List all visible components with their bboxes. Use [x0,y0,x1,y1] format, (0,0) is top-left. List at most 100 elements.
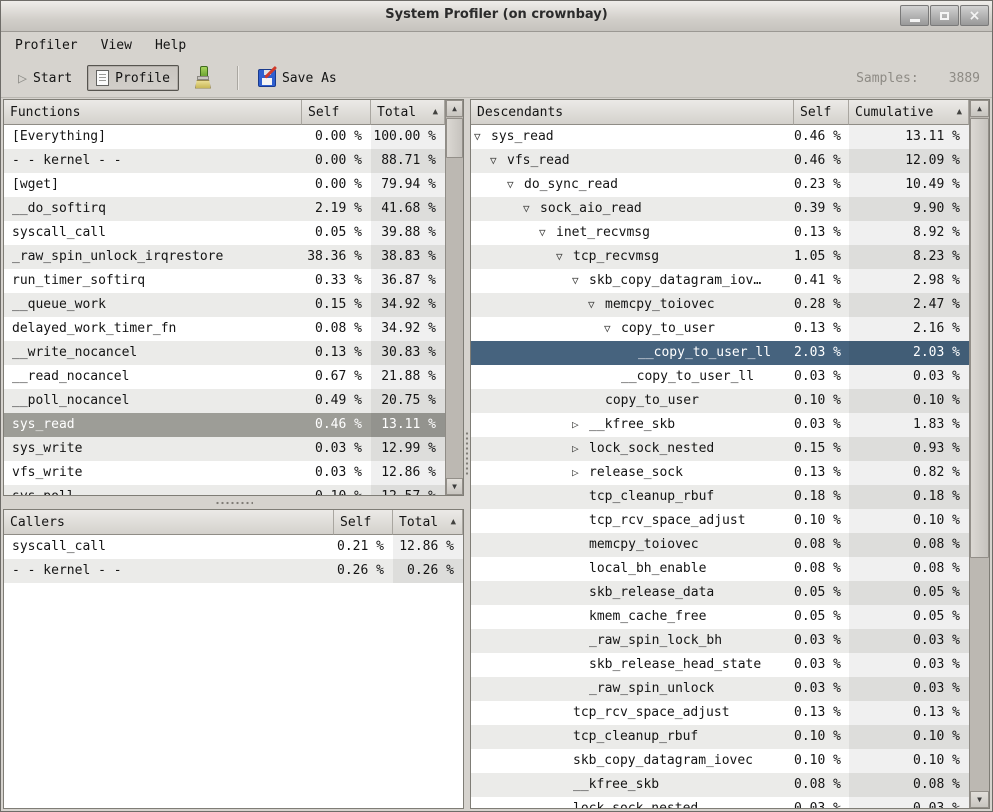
close-button[interactable]: × [960,5,989,26]
table-row[interactable]: delayed_work_timer_fn0.08 %34.92 % [4,317,445,341]
table-row[interactable]: sys_write0.03 %12.99 % [4,437,445,461]
table-row[interactable]: vfs_write0.03 %12.86 % [4,461,445,485]
scroll-up-icon[interactable]: ▲ [970,100,989,117]
descendants-self-column-header[interactable]: Self [794,100,849,125]
horizontal-splitter[interactable] [3,496,464,509]
tree-row[interactable]: ▷__kfree_skb0.03 %1.83 % [471,413,969,437]
save-as-button[interactable]: Save As [249,64,346,92]
expander-open-icon[interactable]: ▽ [572,269,589,293]
tree-row[interactable]: ▽copy_to_user0.13 %2.16 % [471,317,969,341]
tree-row[interactable]: memcpy_toiovec0.08 %0.08 % [471,533,969,557]
cumulative-percent: 0.03 % [849,677,969,701]
table-row[interactable]: __write_nocancel0.13 %30.83 % [4,341,445,365]
function-name: copy_to_user [471,389,794,413]
expander-open-icon[interactable]: ▽ [556,245,573,269]
tree-row[interactable]: ▽sock_aio_read0.39 %9.90 % [471,197,969,221]
functions-column-header[interactable]: Functions [4,100,302,125]
functions-self-column-header[interactable]: Self [302,100,371,125]
descendants-cumulative-column-header[interactable]: Cumulative▲ [849,100,969,125]
expander-open-icon[interactable]: ▽ [474,125,491,149]
tree-row[interactable]: __kfree_skb0.08 %0.08 % [471,773,969,797]
tree-row[interactable]: _raw_spin_unlock0.03 %0.03 % [471,677,969,701]
maximize-button[interactable] [930,5,959,26]
table-row[interactable]: __do_softirq2.19 %41.68 % [4,197,445,221]
tree-row[interactable]: skb_release_data0.05 %0.05 % [471,581,969,605]
function-name-label: kmem_cache_free [589,609,706,624]
tree-row[interactable]: ▽skb_copy_datagram_iov…0.41 %2.98 % [471,269,969,293]
function-name: skb_copy_datagram_iovec [471,749,794,773]
expander-open-icon[interactable]: ▽ [588,293,605,317]
titlebar[interactable]: System Profiler (on crownbay) × [1,1,992,32]
descendants-scrollbar[interactable]: ▲ ▼ [969,100,989,808]
table-row[interactable]: __read_nocancel0.67 %21.88 % [4,365,445,389]
scrollbar-thumb[interactable] [970,118,989,558]
table-row[interactable]: run_timer_softirq0.33 %36.87 % [4,269,445,293]
expander-open-icon[interactable]: ▽ [507,173,524,197]
callers-total-column-header[interactable]: Total▲ [393,510,463,535]
callers-self-column-header[interactable]: Self [334,510,393,535]
tree-row[interactable]: kmem_cache_free0.05 %0.05 % [471,605,969,629]
tree-row[interactable]: local_bh_enable0.08 %0.08 % [471,557,969,581]
expander-open-icon[interactable]: ▽ [604,317,621,341]
tree-row[interactable]: ▷release_sock0.13 %0.82 % [471,461,969,485]
scrollbar-thumb[interactable] [446,118,463,158]
table-row[interactable]: [wget]0.00 %79.94 % [4,173,445,197]
table-row[interactable]: - - kernel - -0.00 %88.71 % [4,149,445,173]
tree-row[interactable]: __copy_to_user_ll0.03 %0.03 % [471,365,969,389]
descendants-column-header[interactable]: Descendants [471,100,794,125]
scroll-down-icon[interactable]: ▼ [970,791,989,808]
tree-row[interactable]: lock_sock_nested0.03 %0.03 % [471,797,969,808]
start-button[interactable]: ▷ Start [9,66,81,91]
scroll-down-icon[interactable]: ▼ [446,478,463,495]
functions-total-column-header[interactable]: Total▲ [371,100,445,125]
function-name: syscall_call [4,535,334,559]
expander-collapsed-icon[interactable]: ▷ [572,461,589,485]
functions-scrollbar[interactable]: ▲ ▼ [445,100,463,495]
tree-row[interactable]: tcp_rcv_space_adjust0.10 %0.10 % [471,509,969,533]
tree-row[interactable]: tcp_rcv_space_adjust0.13 %0.13 % [471,701,969,725]
expander-open-icon[interactable]: ▽ [539,221,556,245]
profile-toggle-button[interactable]: Profile [87,65,179,91]
reset-button[interactable] [179,61,227,96]
expander-collapsed-icon[interactable]: ▷ [572,437,589,461]
function-name: __copy_to_user_ll [471,365,794,389]
table-row[interactable]: [Everything]0.00 %100.00 % [4,125,445,149]
menu-view[interactable]: View [99,36,134,55]
tree-row[interactable]: ▽tcp_recvmsg1.05 %8.23 % [471,245,969,269]
menu-profiler[interactable]: Profiler [13,36,80,55]
tree-row[interactable]: tcp_cleanup_rbuf0.10 %0.10 % [471,725,969,749]
tree-row[interactable]: skb_release_head_state0.03 %0.03 % [471,653,969,677]
tree-row[interactable]: ▽sys_read0.46 %13.11 % [471,125,969,149]
scroll-up-icon[interactable]: ▲ [446,100,463,117]
tree-row[interactable]: skb_copy_datagram_iovec0.10 %0.10 % [471,749,969,773]
tree-row[interactable]: ▽do_sync_read0.23 %10.49 % [471,173,969,197]
table-row[interactable]: syscall_call0.21 %12.86 % [4,535,463,559]
table-row[interactable]: - - kernel - -0.26 %0.26 % [4,559,463,583]
function-name: - - kernel - - [4,559,334,583]
total-percent: 21.88 % [371,365,445,389]
table-row[interactable]: _raw_spin_unlock_irqrestore38.36 %38.83 … [4,245,445,269]
expander-open-icon[interactable]: ▽ [523,197,540,221]
tree-row[interactable]: copy_to_user0.10 %0.10 % [471,389,969,413]
callers-column-header[interactable]: Callers [4,510,334,535]
tree-row[interactable]: tcp_cleanup_rbuf0.18 %0.18 % [471,485,969,509]
expander-open-icon[interactable]: ▽ [490,149,507,173]
tree-row[interactable]: ▽inet_recvmsg0.13 %8.92 % [471,221,969,245]
table-row[interactable]: sys_read0.46 %13.11 % [4,413,445,437]
expander-collapsed-icon[interactable]: ▷ [572,413,589,437]
function-name: ▽memcpy_toiovec [471,293,794,317]
tree-row[interactable]: __copy_to_user_ll2.03 %2.03 % [471,341,969,365]
self-percent: 0.08 % [302,317,371,341]
tree-row[interactable]: ▽memcpy_toiovec0.28 %2.47 % [471,293,969,317]
tree-row[interactable]: ▽vfs_read0.46 %12.09 % [471,149,969,173]
function-name-label: tcp_rcv_space_adjust [573,705,730,720]
tree-row[interactable]: ▷lock_sock_nested0.15 %0.93 % [471,437,969,461]
table-row[interactable]: sys_poll0.10 %12.57 % [4,485,445,495]
table-row[interactable]: syscall_call0.05 %39.88 % [4,221,445,245]
minimize-button[interactable] [900,5,929,26]
self-percent: 0.41 % [794,269,849,293]
table-row[interactable]: __poll_nocancel0.49 %20.75 % [4,389,445,413]
menu-help[interactable]: Help [153,36,188,55]
tree-row[interactable]: _raw_spin_lock_bh0.03 %0.03 % [471,629,969,653]
table-row[interactable]: __queue_work0.15 %34.92 % [4,293,445,317]
